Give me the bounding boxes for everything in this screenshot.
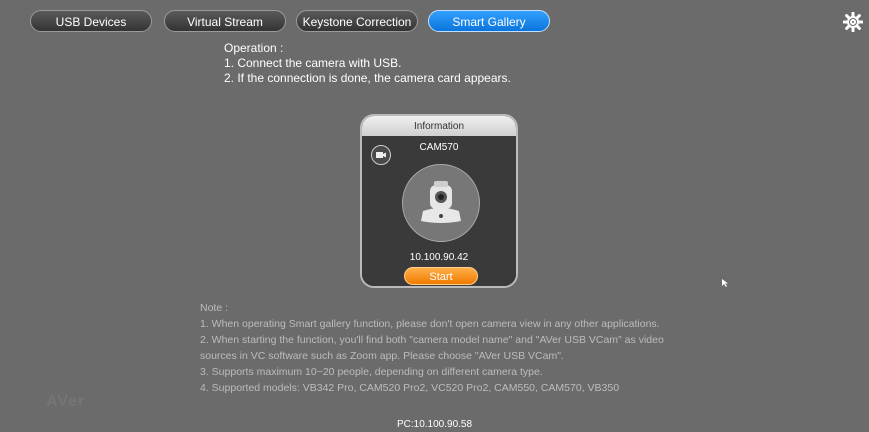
note-line: sources in VC software such as Zoom app.… — [200, 350, 564, 362]
pc-ip-address: PC:10.100.90.58 — [396, 419, 473, 430]
camera-card: Information CAM570 10.100.90.42 Start — [360, 114, 518, 288]
aver-logo: AVer — [46, 393, 86, 410]
card-header: Information — [362, 116, 516, 137]
operation-step: 1. Connect the camera with USB. — [224, 56, 402, 70]
camera-image — [402, 164, 480, 242]
camera-ip-address: 10.100.90.42 — [409, 252, 469, 263]
card-body: CAM570 10.100.90.42 Start — [362, 136, 516, 286]
gear-icon[interactable] — [842, 11, 864, 33]
note-section: Note : 1. When operating Smart gallery f… — [200, 300, 664, 396]
operation-title: Operation : — [224, 41, 284, 55]
mouse-cursor-icon — [722, 274, 728, 287]
tab-keystone-correction[interactable]: Keystone Correction — [296, 10, 418, 32]
note-line: 4. Supported models: VB342 Pro, CAM520 P… — [200, 382, 620, 394]
tab-smart-gallery[interactable]: Smart Gallery — [428, 10, 550, 32]
camera-model-name: CAM570 — [419, 142, 459, 153]
note-line: 3. Supports maximum 10~20 people, depend… — [200, 366, 543, 378]
start-button[interactable]: Start — [404, 267, 478, 285]
tab-usb-devices[interactable]: USB Devices — [30, 10, 152, 32]
note-title: Note : — [200, 302, 229, 314]
note-line: 2. When starting the function, you'll fi… — [200, 334, 664, 346]
tab-virtual-stream[interactable]: Virtual Stream — [164, 10, 286, 32]
note-line: 1. When operating Smart gallery function… — [200, 318, 660, 330]
operation-instructions: Operation : 1. Connect the camera with U… — [224, 41, 511, 86]
operation-step: 2. If the connection is done, the camera… — [224, 71, 511, 85]
